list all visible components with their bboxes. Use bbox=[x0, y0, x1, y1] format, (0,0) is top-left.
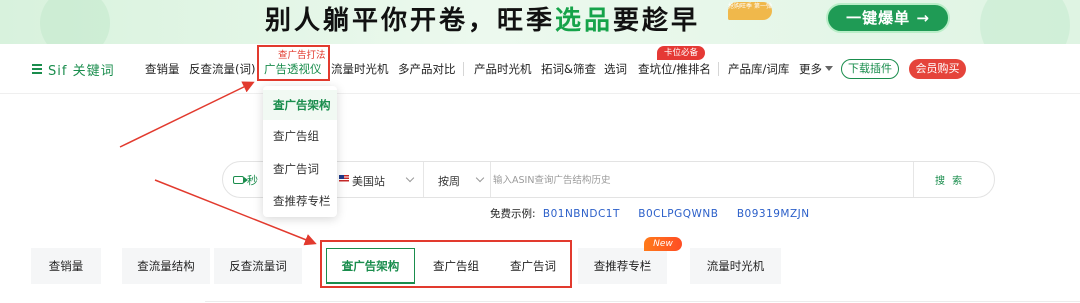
dropdown-item-recommend[interactable]: 查推荐专栏 bbox=[263, 186, 337, 216]
tab-traffic-structure[interactable]: 查流量结构 bbox=[122, 248, 210, 284]
asin-search-input[interactable] bbox=[493, 168, 913, 192]
annotation-box bbox=[320, 240, 572, 288]
search-divider bbox=[913, 162, 914, 197]
examples-label: 免费示例: bbox=[490, 208, 536, 220]
nav-bottom-border bbox=[0, 93, 1080, 94]
nav-item-more[interactable]: 更多 bbox=[799, 61, 833, 77]
annotation-label: 查广告打法 bbox=[278, 50, 326, 61]
decoration bbox=[980, 0, 1070, 44]
logo-text: Sif 关键词 bbox=[48, 63, 115, 79]
nav-item-product-time-machine[interactable]: 产品时光机 bbox=[474, 61, 532, 77]
search-bar: 秒 美国站 按周 搜 索 bbox=[222, 161, 995, 198]
banner-title: 别人躺平你开卷，旺季选品要趁早 bbox=[265, 4, 700, 38]
nav-item-expand-words[interactable]: 拓词&筛查 bbox=[541, 61, 596, 77]
us-flag-icon bbox=[339, 175, 349, 183]
nav-divider bbox=[463, 62, 464, 76]
nav-item-rank-check[interactable]: 查坑位/推排名 bbox=[638, 61, 711, 77]
search-divider bbox=[490, 162, 491, 197]
search-divider bbox=[423, 162, 424, 197]
nav-item-sales[interactable]: 查销量 bbox=[145, 61, 180, 77]
nav-item-product-library[interactable]: 产品库/词库 bbox=[728, 61, 789, 77]
download-plugin-button[interactable]: 下载插件 bbox=[841, 59, 899, 79]
example-asin-link[interactable]: B0CLPGQWNB bbox=[638, 208, 718, 220]
chevron-down-icon[interactable] bbox=[405, 173, 415, 183]
example-asin-link[interactable]: B09319MZJN bbox=[737, 208, 810, 220]
banner-title-text: 别人躺平你开卷，旺季 bbox=[265, 6, 556, 36]
search-mode-toggle[interactable]: 秒 bbox=[233, 172, 258, 188]
tab-recommend[interactable]: 查推荐专栏 bbox=[578, 248, 667, 284]
period-select[interactable]: 按周 bbox=[438, 173, 460, 189]
promo-banner[interactable]: 别人躺平你开卷，旺季选品要趁早 抢购旺季 第一弹 一键爆单 → bbox=[0, 0, 1080, 44]
banner-title-highlight: 选品 bbox=[555, 6, 614, 36]
nav-divider bbox=[718, 62, 719, 76]
decoration bbox=[40, 0, 110, 44]
dropdown-item-ad-group[interactable]: 查广告组 bbox=[263, 121, 337, 151]
tab-traffic-time-machine[interactable]: 流量时光机 bbox=[690, 248, 781, 284]
example-asin-link[interactable]: B01NBNDC1T bbox=[543, 208, 620, 220]
tab-sales[interactable]: 查销量 bbox=[31, 248, 101, 284]
banner-badge: 抢购旺季 第一弹 bbox=[728, 2, 772, 20]
nav-item-traffic-time-machine[interactable]: 流量时光机 bbox=[331, 61, 389, 77]
caret-down-icon bbox=[825, 66, 833, 71]
search-mode-label: 秒 bbox=[247, 174, 258, 187]
dropdown-item-ad-keyword[interactable]: 查广告词 bbox=[263, 154, 337, 184]
vip-purchase-button[interactable]: 会员购买 bbox=[909, 59, 966, 79]
dropdown-item-ad-structure[interactable]: 查广告架构 bbox=[263, 90, 337, 120]
search-button[interactable]: 搜 索 bbox=[935, 172, 964, 187]
content-divider bbox=[205, 301, 1080, 302]
one-click-cta-button[interactable]: 一键爆单 → bbox=[826, 3, 950, 33]
video-icon bbox=[233, 176, 248, 184]
tab-reverse-traffic[interactable]: 反查流量词 bbox=[214, 248, 302, 284]
nav-item-multi-compare[interactable]: 多产品对比 bbox=[398, 61, 456, 77]
new-badge: New bbox=[644, 237, 682, 251]
nav-item-reverse-traffic[interactable]: 反查流量(词) bbox=[189, 61, 255, 77]
site-select[interactable]: 美国站 bbox=[352, 173, 385, 189]
nav-item-select-words[interactable]: 选词 bbox=[604, 61, 627, 77]
chevron-down-icon[interactable] bbox=[475, 173, 485, 183]
banner-title-text: 要趁早 bbox=[613, 6, 701, 36]
hot-badge: 卡位必备 bbox=[657, 46, 705, 60]
free-examples: 免费示例: B01NBNDC1T B0CLPGQWNB B09319MZJN bbox=[490, 206, 825, 221]
nav-more-label: 更多 bbox=[799, 62, 822, 76]
logo[interactable]: Sif 关键词 bbox=[32, 60, 115, 79]
ad-insight-dropdown: 查广告架构 查广告组 查广告词 查推荐专栏 bbox=[263, 86, 337, 217]
menu-icon bbox=[32, 64, 42, 74]
